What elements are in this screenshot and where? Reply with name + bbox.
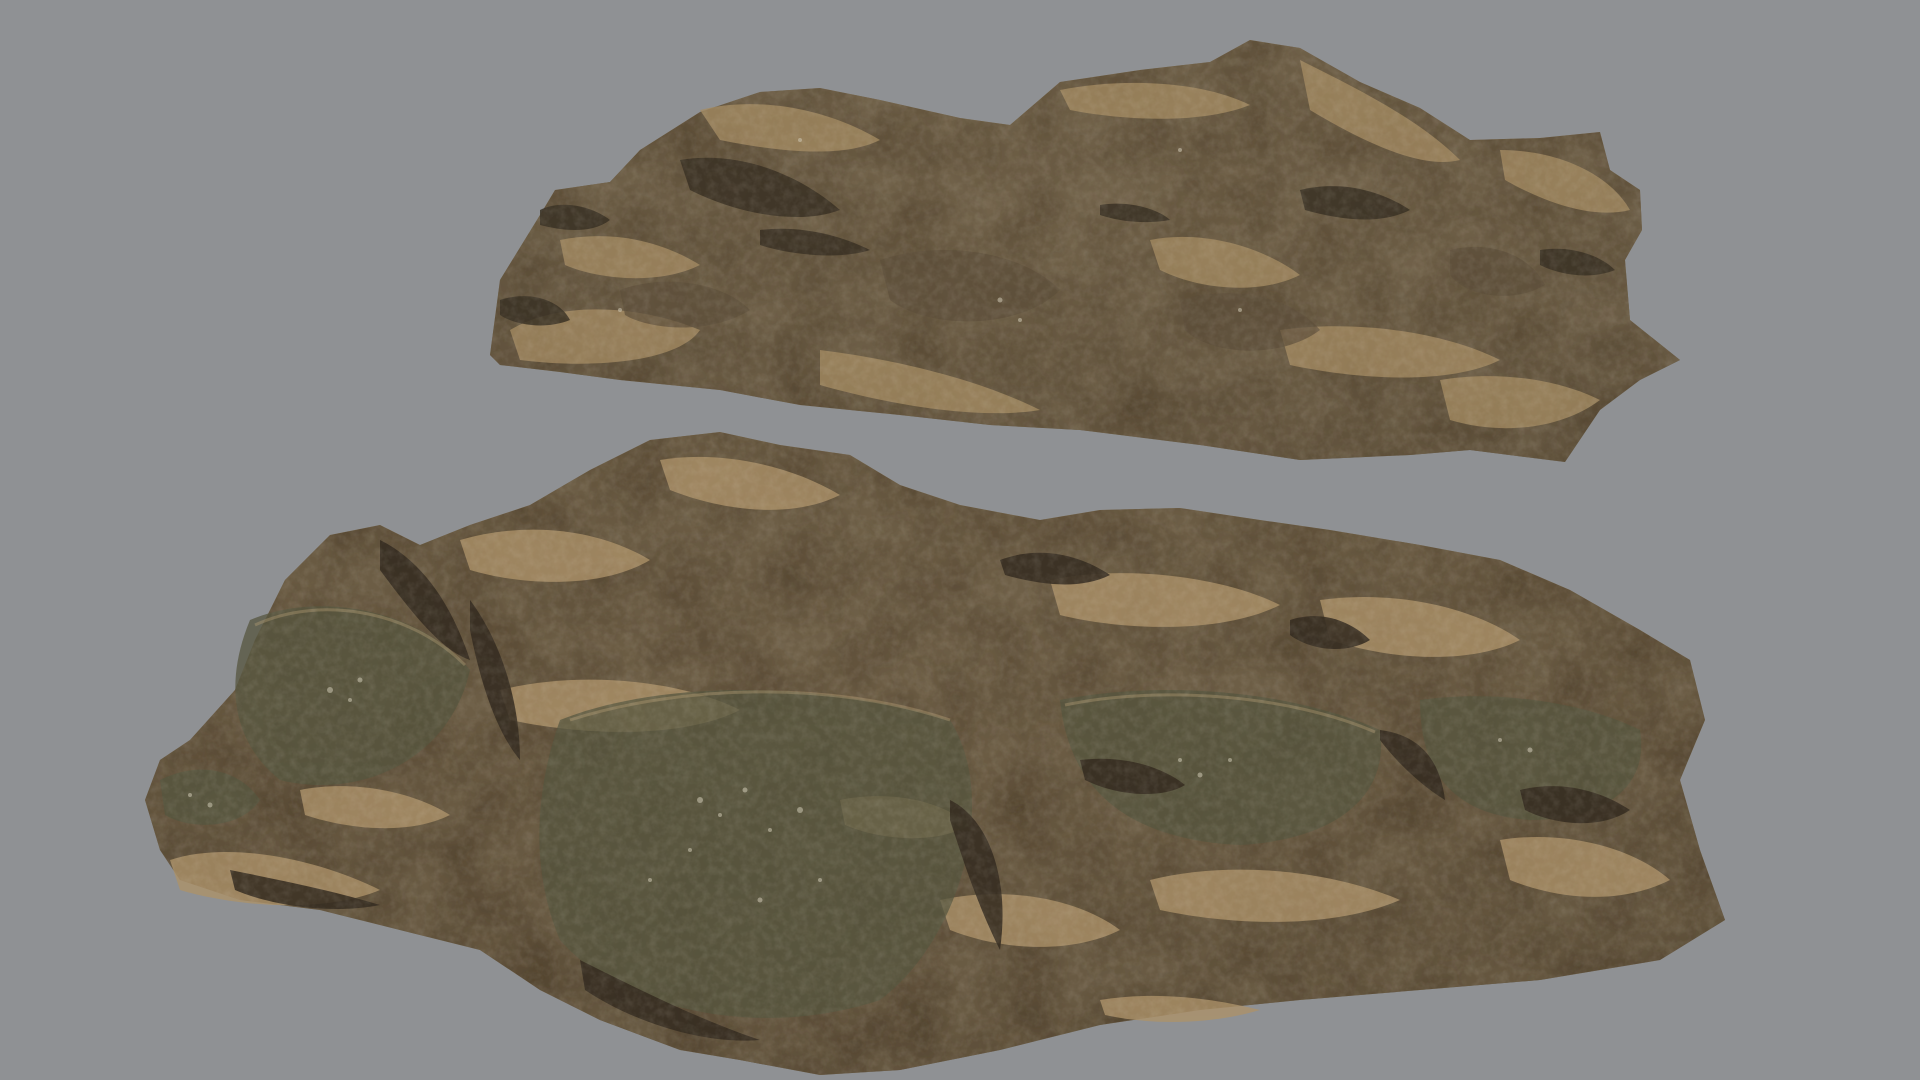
3d-viewport[interactable] <box>0 0 1920 1080</box>
rock-scene <box>145 40 1725 1075</box>
rock-formation-upper[interactable] <box>490 40 1680 462</box>
